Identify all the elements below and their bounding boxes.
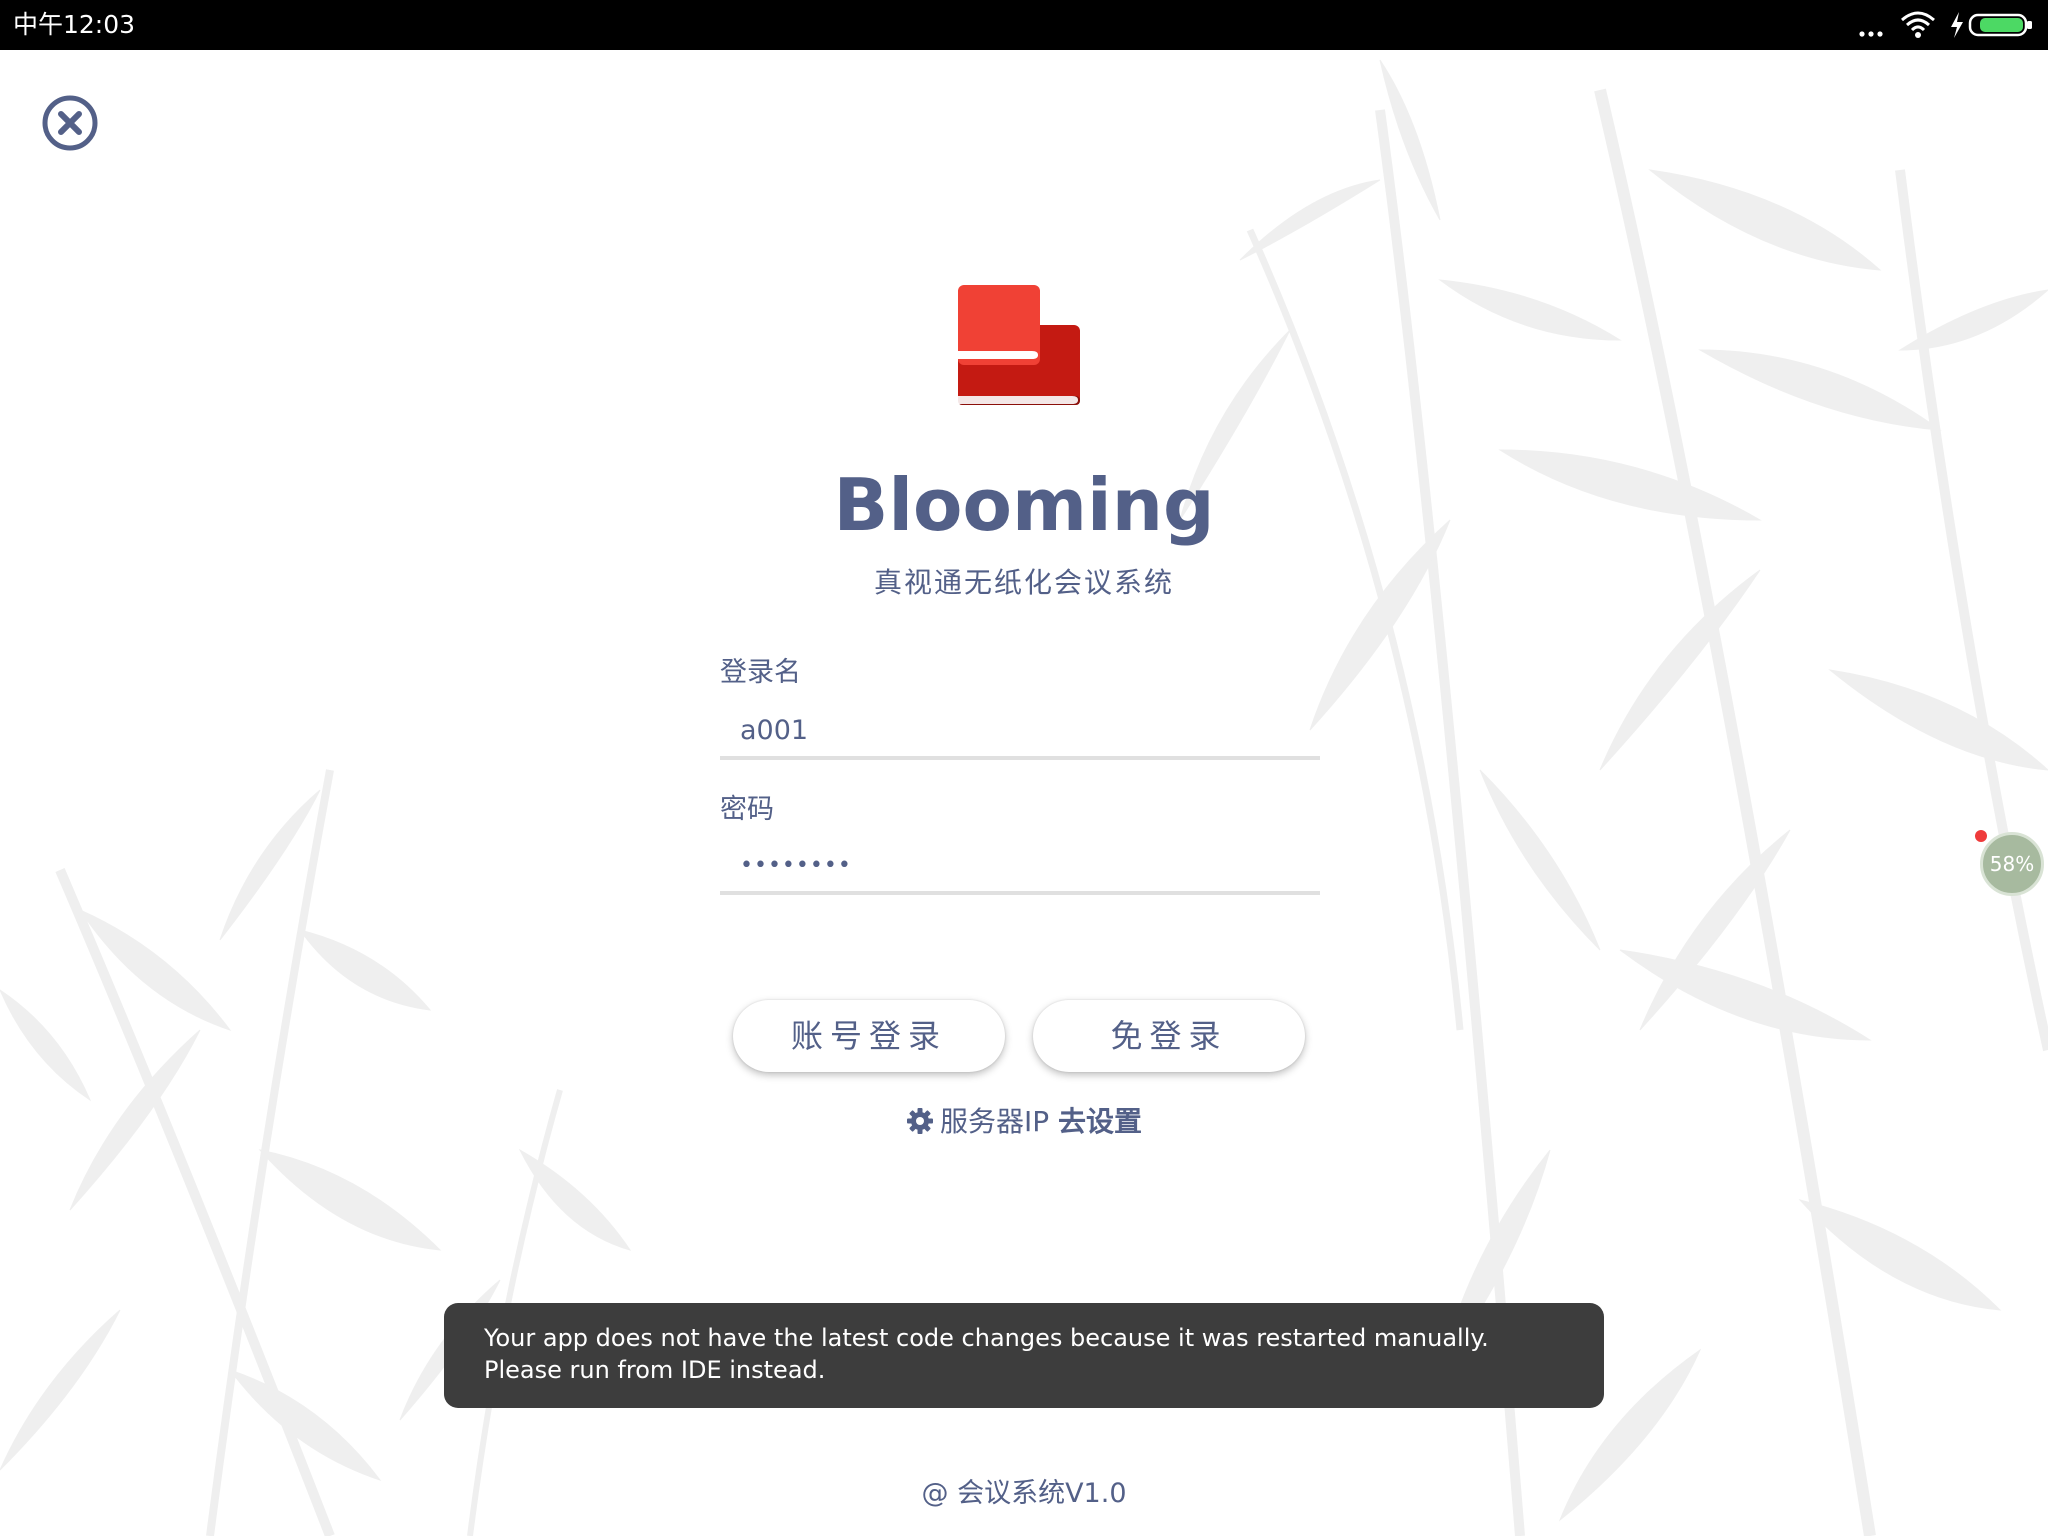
app-subtitle: 真视通无纸化会议系统 — [873, 566, 1174, 599]
account-login-button[interactable]: 账号登录 — [733, 1000, 1005, 1072]
server-ip-settings[interactable]: 服务器IP 去设置 — [0, 1104, 2048, 1140]
guest-login-button[interactable]: 免登录 — [1033, 1000, 1305, 1072]
app-logo — [958, 285, 1080, 405]
status-time: 中午12:03 — [13, 10, 136, 39]
username-label: 登录名 — [720, 657, 801, 688]
performance-badge[interactable]: 58% — [1980, 832, 2044, 896]
go-settings-link[interactable]: 去设置 — [1058, 1105, 1142, 1138]
charging-icon — [1951, 12, 1963, 38]
close-icon[interactable] — [40, 93, 100, 153]
wifi-icon — [1901, 11, 1935, 38]
toast-text: Your app does not have the latest code c… — [484, 1324, 1489, 1384]
status-bar: 中午12:03 — [0, 0, 2048, 50]
more-dots-icon — [1859, 31, 1883, 37]
username-field[interactable] — [720, 704, 1320, 760]
toast-message: Your app does not have the latest code c… — [444, 1303, 1604, 1408]
password-label: 密码 — [720, 794, 774, 825]
battery-icon — [1968, 13, 2032, 37]
server-ip-label: 服务器IP — [939, 1105, 1050, 1138]
app-title: Blooming — [833, 463, 1215, 547]
notification-dot — [1975, 830, 1987, 842]
gear-icon — [906, 1108, 933, 1134]
footer-version: @ 会议系统V1.0 — [921, 1478, 1127, 1509]
password-field[interactable] — [720, 839, 1320, 895]
